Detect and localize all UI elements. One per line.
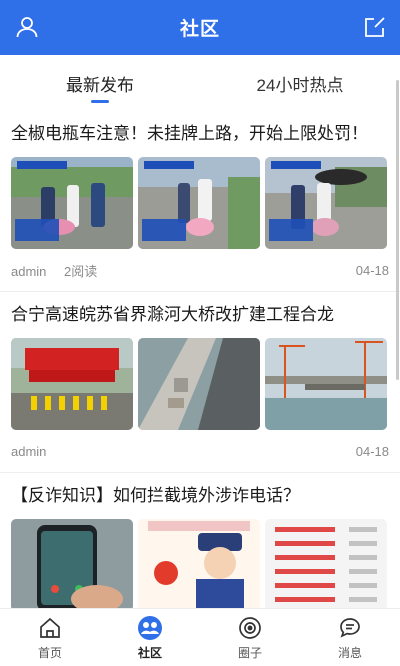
scrollbar[interactable] bbox=[396, 80, 399, 380]
nav-label: 首页 bbox=[37, 645, 62, 660]
message-icon bbox=[340, 617, 360, 638]
home-icon bbox=[40, 617, 60, 638]
community-icon bbox=[138, 615, 162, 640]
user-icon bbox=[16, 17, 38, 38]
post-author: admin bbox=[11, 443, 47, 459]
bottom-nav: 首页 社区 圈子 消息 bbox=[0, 608, 400, 666]
nav-home[interactable]: 首页 bbox=[0, 609, 100, 666]
nav-label: 消息 bbox=[337, 645, 362, 660]
compose-icon bbox=[365, 17, 385, 37]
tab-label: 24小时热点 bbox=[256, 75, 344, 95]
nav-label: 社区 bbox=[137, 645, 162, 660]
nav-community[interactable]: 社区 bbox=[100, 609, 200, 666]
compose-button[interactable] bbox=[362, 14, 388, 40]
post-image[interactable] bbox=[265, 519, 387, 608]
post-meta: admin 04-18 bbox=[11, 430, 389, 472]
post-date: 04-18 bbox=[355, 262, 389, 278]
post-image[interactable] bbox=[138, 338, 260, 430]
post-image[interactable] bbox=[265, 157, 387, 249]
post-date: 04-18 bbox=[355, 443, 389, 459]
post-image[interactable] bbox=[265, 338, 387, 430]
circle-icon bbox=[239, 616, 261, 639]
post-card[interactable]: 全椒电瓶车注意！未挂牌上路，开始上限处罚！ admin 2阅读 04-18 bbox=[0, 111, 400, 291]
app-header: 社区 bbox=[0, 0, 400, 55]
feed-tabs: 最新发布 24小时热点 bbox=[0, 55, 400, 111]
nav-messages[interactable]: 消息 bbox=[300, 609, 400, 666]
page-title: 社区 bbox=[179, 19, 220, 40]
post-card[interactable]: 【反诈知识】如何拦截境外涉诈电话？ bbox=[0, 473, 400, 608]
tab-label: 最新发布 bbox=[66, 75, 134, 95]
post-meta: admin 2阅读 04-18 bbox=[11, 249, 389, 291]
tab-latest[interactable]: 最新发布 bbox=[0, 55, 200, 111]
post-image[interactable] bbox=[11, 519, 133, 608]
post-read-count: 2阅读 bbox=[64, 263, 98, 279]
post-title: 合宁高速皖苏省界滁河大桥改扩建工程合龙 bbox=[11, 305, 334, 324]
post-title: 全椒电瓶车注意！未挂牌上路，开始上限处罚！ bbox=[11, 124, 368, 143]
post-image[interactable] bbox=[138, 519, 260, 608]
active-tab-indicator bbox=[91, 100, 109, 103]
nav-circle[interactable]: 圈子 bbox=[200, 609, 300, 666]
profile-button[interactable] bbox=[14, 14, 40, 40]
post-author: admin bbox=[11, 263, 47, 279]
nav-label: 圈子 bbox=[237, 645, 262, 660]
tab-hot-24h[interactable]: 24小时热点 bbox=[200, 55, 400, 111]
post-image[interactable] bbox=[11, 157, 133, 249]
post-image[interactable] bbox=[11, 338, 133, 430]
post-title: 【反诈知识】如何拦截境外涉诈电话？ bbox=[11, 486, 300, 505]
post-card[interactable]: 合宁高速皖苏省界滁河大桥改扩建工程合龙 admin 04-18 bbox=[0, 292, 400, 472]
post-image[interactable] bbox=[138, 157, 260, 249]
post-feed[interactable]: 全椒电瓶车注意！未挂牌上路，开始上限处罚！ admin 2阅读 04-18 合宁… bbox=[0, 111, 400, 608]
